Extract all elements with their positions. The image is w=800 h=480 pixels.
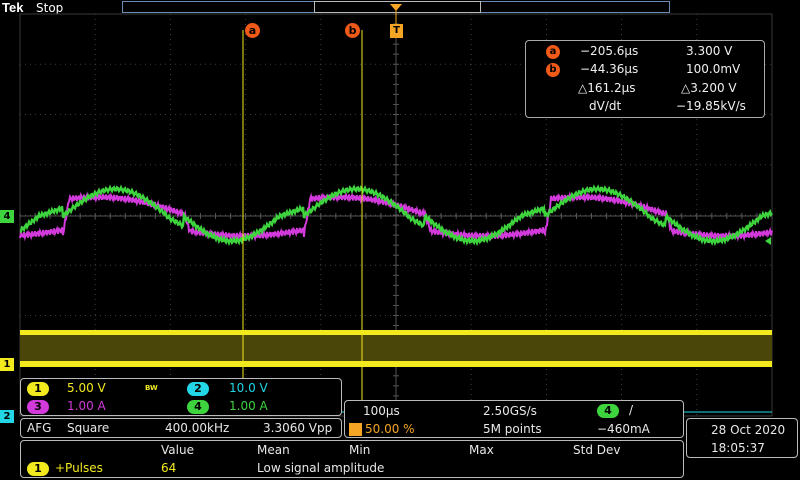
ch4-ground-marker[interactable]: 4 [0, 210, 14, 223]
readout-a-icon: a [546, 45, 560, 59]
ch1-trace-low [20, 361, 772, 367]
trigger-slope-icon[interactable]: / [629, 403, 633, 417]
trigger-source-badge[interactable]: 4 [597, 404, 619, 418]
sample-rate[interactable]: 2.50GS/s [483, 404, 537, 418]
ch2-badge[interactable]: 2 [187, 382, 209, 396]
datetime-panel[interactable]: 28 Oct 2020 18:05:37 [686, 418, 798, 458]
cursor-delta-time: △161.2µs [578, 81, 636, 95]
afg-frequency[interactable]: 400.00kHz [165, 421, 229, 435]
trigger-level[interactable]: −460mA [597, 422, 650, 436]
readout-b-icon: b [546, 63, 560, 77]
afg-waveform[interactable]: Square [67, 421, 109, 435]
ch4-badge[interactable]: 4 [187, 400, 209, 414]
ch1-badge[interactable]: 1 [27, 382, 49, 396]
trigger-marker[interactable]: T [390, 24, 403, 38]
ch1-waveform [20, 330, 772, 367]
measure-header-value: Value [161, 443, 194, 457]
ch1-trace-fill [20, 335, 772, 361]
ch3-scale[interactable]: 1.00 A [67, 399, 106, 413]
trigger-position-icon[interactable] [390, 4, 402, 11]
ch1-scale[interactable]: 5.00 V [67, 381, 106, 395]
measure-header-min: Min [349, 443, 371, 457]
ch3-badge[interactable]: 3 [27, 400, 49, 414]
ch4-trigger-level-icon[interactable] [765, 237, 771, 245]
cursor-a-marker[interactable]: a [245, 23, 260, 38]
measure-header-max: Max [469, 443, 494, 457]
measure-channel-badge[interactable]: 1 [27, 462, 49, 476]
trigger-position[interactable]: 50.00 % [365, 422, 415, 436]
date-display: 28 Oct 2020 [711, 423, 786, 437]
cursor-a-value: 3.300 V [686, 44, 733, 58]
cursor-b-time: −44.36µs [580, 62, 639, 76]
ch1-ground-marker[interactable]: 1 [0, 358, 14, 371]
cursor-b-value: 100.0mV [686, 62, 741, 76]
ch2-ground-marker[interactable]: 2 [0, 410, 14, 423]
cursor-b-marker[interactable]: b [345, 23, 360, 38]
horizontal-scale[interactable]: 100µs [363, 404, 400, 418]
slope-value: −19.85kV/s [676, 99, 746, 113]
measurement-panel[interactable]: Value Mean Min Max Std Dev 1 +Pulses 64 … [20, 440, 684, 478]
ch2-scale[interactable]: 10.0 V [229, 381, 268, 395]
trigger-position-badge-icon [349, 423, 362, 436]
measure-header-mean: Mean [257, 443, 290, 457]
record-length[interactable]: 5M points [483, 422, 542, 436]
cursor-readout-panel[interactable]: a −205.6µs 3.300 V b −44.36µs 100.0mV △1… [525, 40, 765, 118]
cursor-a-time: −205.6µs [580, 44, 639, 58]
measure-header-stddev: Std Dev [573, 443, 621, 457]
measure-name[interactable]: +Pulses [55, 461, 103, 475]
cursor-delta-value: △3.200 V [681, 81, 737, 95]
oscilloscope-screen: Tek Stop a b T 4 1 2 a −205.6µs 3.300 V … [0, 0, 800, 480]
time-display: 18:05:37 [711, 441, 765, 455]
channel-settings-panel[interactable]: 1 5.00 V BW 2 10.0 V 3 1.00 A 4 1.00 A [20, 378, 342, 416]
afg-amplitude[interactable]: 3.3060 Vpp [263, 421, 332, 435]
measure-value: 64 [161, 461, 177, 475]
ch4-scale[interactable]: 1.00 A [229, 399, 268, 413]
afg-panel[interactable]: AFG Square 400.00kHz 3.3060 Vpp [20, 418, 342, 438]
ch1-trace-high [20, 330, 772, 335]
timebase-trigger-panel[interactable]: 100µs 2.50GS/s 4 / 50.00 % 5M points −46… [344, 400, 684, 438]
measure-note: Low signal amplitude [257, 461, 385, 475]
ch1-bandwidth-limit: BW [145, 384, 158, 392]
slope-label: dV/dt [589, 99, 622, 113]
afg-label: AFG [27, 421, 52, 435]
